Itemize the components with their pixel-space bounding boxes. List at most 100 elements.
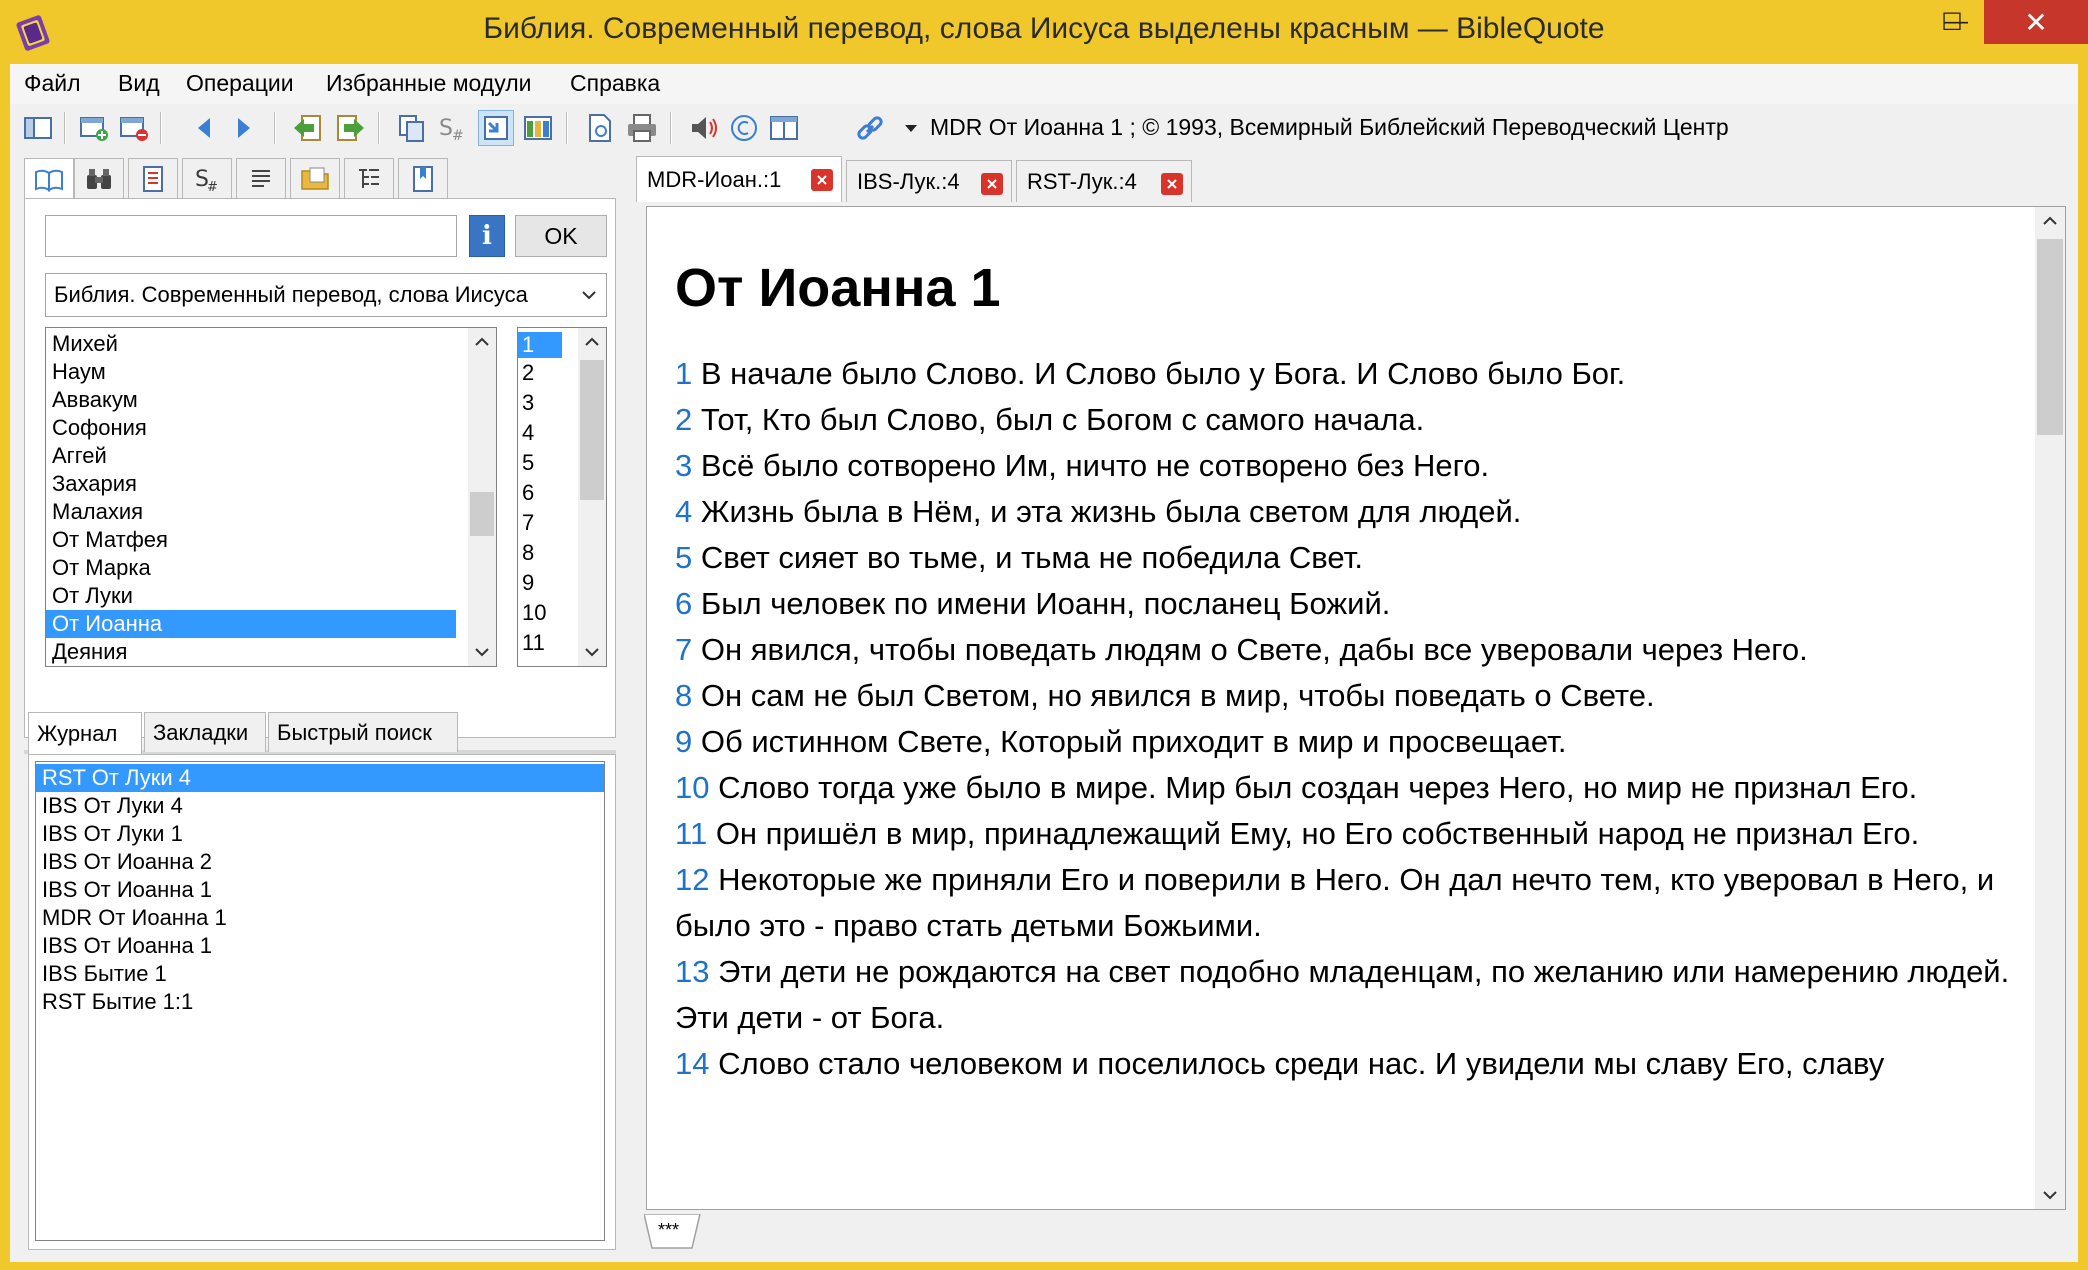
- close-tab-button[interactable]: [116, 110, 152, 146]
- info-button[interactable]: i: [469, 215, 505, 257]
- verse-number[interactable]: 1: [675, 356, 692, 391]
- document-scrollbar[interactable]: [2035, 207, 2065, 1209]
- tab-commentary[interactable]: [236, 158, 286, 198]
- history-item[interactable]: IBS От Луки 4: [36, 792, 604, 820]
- doc-tab[interactable]: IBS-Лук.:4: [846, 160, 1012, 202]
- chapter-item-selected[interactable]: 1: [518, 332, 562, 358]
- chapter-list[interactable]: 1 2 3 4 5 6 7 8 9 10 11: [517, 327, 607, 667]
- print-button[interactable]: [624, 110, 660, 146]
- status-tab[interactable]: ***: [658, 1220, 679, 1241]
- tab-search[interactable]: [74, 158, 124, 198]
- preview-button[interactable]: [582, 110, 618, 146]
- verse-number[interactable]: 9: [675, 724, 692, 759]
- verse-number[interactable]: 10: [675, 770, 709, 805]
- book-item[interactable]: От Марка: [46, 554, 496, 582]
- copyright-button[interactable]: [726, 110, 762, 146]
- history-item-selected[interactable]: RST От Луки 4: [36, 764, 604, 792]
- verse-number[interactable]: 11: [675, 816, 707, 851]
- sound-button[interactable]: [686, 110, 722, 146]
- history-item[interactable]: IBS От Иоанна 2: [36, 848, 604, 876]
- link-button[interactable]: [852, 110, 888, 146]
- close-tab-icon[interactable]: [981, 173, 1003, 195]
- tab-history[interactable]: Журнал: [28, 712, 142, 754]
- book-list-scrollbar[interactable]: [468, 328, 496, 666]
- tab-bookmarks[interactable]: [398, 158, 448, 198]
- book-item[interactable]: Софония: [46, 414, 496, 442]
- forward-button[interactable]: [226, 110, 262, 146]
- history-list[interactable]: RST От Луки 4 IBS От Луки 4 IBS От Луки …: [35, 761, 605, 1241]
- document-view[interactable]: От Иоанна 1 1 В начале было Слово. И Сло…: [646, 206, 2066, 1210]
- scroll-thumb[interactable]: [580, 360, 604, 500]
- close-tab-icon[interactable]: [1161, 173, 1183, 195]
- tab-folder[interactable]: [290, 158, 340, 198]
- verse-number[interactable]: 2: [675, 402, 692, 437]
- verse-number[interactable]: 13: [675, 954, 709, 989]
- chevron-down-icon[interactable]: [578, 638, 606, 666]
- doc-tab[interactable]: RST-Лук.:4: [1016, 160, 1192, 202]
- book-item[interactable]: Аггей: [46, 442, 496, 470]
- split-view-button[interactable]: [766, 110, 802, 146]
- scroll-thumb[interactable]: [2037, 239, 2063, 435]
- book-item[interactable]: Михей: [46, 330, 496, 358]
- tab-strongs[interactable]: S #: [182, 158, 232, 198]
- menu-help[interactable]: Справка: [570, 70, 660, 97]
- scroll-thumb[interactable]: [470, 492, 494, 536]
- previous-chapter-button[interactable]: [290, 110, 326, 146]
- verse-number[interactable]: 8: [675, 678, 692, 713]
- sync-scroll-button[interactable]: [478, 110, 514, 146]
- history-item[interactable]: IBS От Иоанна 1: [36, 932, 604, 960]
- chevron-down-icon[interactable]: [2035, 1181, 2065, 1209]
- title-bar[interactable]: Библия. Современный перевод, слова Иисус…: [0, 0, 2088, 64]
- verse-number[interactable]: 12: [675, 862, 709, 897]
- book-item-selected[interactable]: От Иоанна: [46, 610, 456, 638]
- parallel-view-button[interactable]: [520, 110, 556, 146]
- ok-button[interactable]: OK: [515, 215, 607, 257]
- book-list[interactable]: Михей Наум Аввакум Софония Аггей Захария…: [45, 327, 497, 667]
- book-item[interactable]: Аввакум: [46, 386, 496, 414]
- chevron-up-icon[interactable]: [468, 328, 496, 356]
- tab-quick-search[interactable]: Быстрый поиск: [268, 712, 458, 752]
- chevron-down-icon[interactable]: [468, 638, 496, 666]
- book-item[interactable]: От Матфея: [46, 526, 496, 554]
- close-button[interactable]: ✕: [1984, 0, 2088, 44]
- tab-bookmarks-list[interactable]: Закладки: [144, 712, 266, 752]
- tab-tree[interactable]: [344, 158, 394, 198]
- menu-file[interactable]: Файл: [24, 70, 81, 97]
- next-chapter-button[interactable]: [332, 110, 368, 146]
- book-item[interactable]: Малахия: [46, 498, 496, 526]
- verse-number[interactable]: 7: [675, 632, 692, 667]
- chevron-up-icon[interactable]: [2035, 207, 2065, 235]
- toggle-panel-button[interactable]: [20, 110, 56, 146]
- link-dropdown-button[interactable]: [900, 110, 922, 146]
- menu-favorite-modules[interactable]: Избранные модули: [326, 70, 531, 97]
- history-item[interactable]: MDR От Иоанна 1: [36, 904, 604, 932]
- tab-bible[interactable]: [24, 158, 74, 200]
- history-item[interactable]: IBS Бытие 1: [36, 960, 604, 988]
- close-tab-icon[interactable]: [811, 169, 833, 191]
- verse-number[interactable]: 3: [675, 448, 692, 483]
- verse-number[interactable]: 4: [675, 494, 692, 529]
- history-item[interactable]: RST Бытие 1:1: [36, 988, 604, 1016]
- verse-number[interactable]: 5: [675, 540, 692, 575]
- menu-view[interactable]: Вид: [118, 70, 160, 97]
- verse-number[interactable]: 14: [675, 1046, 709, 1081]
- tab-dictionary[interactable]: [128, 158, 178, 198]
- doc-tab-active[interactable]: MDR-Иоан.:1: [636, 156, 842, 202]
- back-button[interactable]: [186, 110, 222, 146]
- book-item[interactable]: Деяния: [46, 638, 496, 666]
- book-item[interactable]: От Луки: [46, 582, 496, 610]
- chapter-list-scrollbar[interactable]: [578, 328, 606, 666]
- book-item[interactable]: Наум: [46, 358, 496, 386]
- chevron-up-icon[interactable]: [578, 328, 606, 356]
- history-item[interactable]: IBS От Луки 1: [36, 820, 604, 848]
- copy-button[interactable]: [394, 110, 430, 146]
- new-tab-button[interactable]: [76, 110, 112, 146]
- history-item[interactable]: IBS От Иоанна 1: [36, 876, 604, 904]
- book-item[interactable]: Захария: [46, 470, 496, 498]
- module-select[interactable]: Библия. Современный перевод, слова Иисус…: [45, 273, 607, 317]
- verse-number[interactable]: 6: [675, 586, 692, 621]
- menu-operations[interactable]: Операции: [186, 70, 294, 97]
- strongs-button[interactable]: S #: [434, 110, 470, 146]
- maximize-button[interactable]: ☐: [1920, 0, 1984, 44]
- search-input[interactable]: [45, 215, 457, 257]
